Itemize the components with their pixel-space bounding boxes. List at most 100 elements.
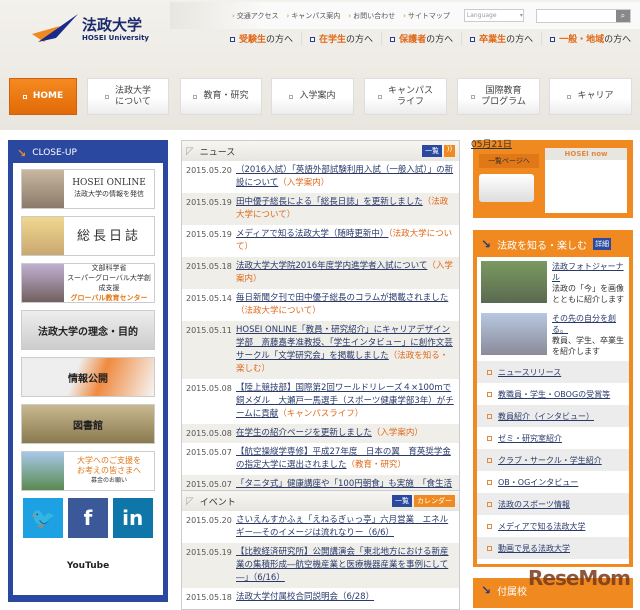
facebook-icon[interactable]: f — [67, 498, 108, 538]
events-list: 2015.05.20 さいえんすかふぇ「えねるぎぃっ亭」六月営業 エネルギー―その… — [182, 511, 459, 607]
banner-title: 情報公開 — [68, 373, 108, 385]
banner-president-diary[interactable]: 総長日誌 — [21, 216, 155, 256]
feature-link[interactable]: 法政フォトジャーナル — [552, 261, 625, 283]
shiru-link[interactable]: クラブ・サークル・学生紹介 — [498, 455, 602, 466]
event-link[interactable]: 法政大学付属校合同説明会（6/28） — [236, 591, 374, 604]
banner-library[interactable]: 図書館 — [21, 404, 155, 444]
audience-parents[interactable]: 保護者の方へ — [382, 32, 463, 45]
shiru-link-item[interactable]: ニュースリリース — [477, 361, 629, 383]
search-icon[interactable]: ⌕ — [615, 9, 630, 22]
feature-photo — [481, 313, 547, 355]
news-category[interactable]: （法政大学について） — [236, 306, 321, 316]
language-select[interactable]: Language ▾ — [463, 9, 524, 22]
shiru-detail-button[interactable]: 詳細 — [593, 238, 612, 250]
hosei-now-list-button[interactable]: 一覧ページへ — [479, 154, 539, 168]
logo[interactable]: 法政大学 HOSEI University — [30, 12, 150, 48]
shiru-link-item[interactable]: 法政のスポーツ情報 — [477, 493, 629, 515]
nav-career[interactable]: キャリア — [549, 78, 632, 115]
shiru-link[interactable]: ゼミ・研究室紹介 — [498, 433, 562, 444]
nav-admissions[interactable]: 入学案内 — [271, 78, 354, 115]
news-link[interactable]: 法政大学大学院2016年度学内進学者入試について — [236, 261, 427, 271]
event-link[interactable]: さいえんすかふぇ「えねるぎぃっ亭」六月営業 エネルギー―そのイメージは流れなりー… — [236, 514, 455, 540]
bullet-icon — [390, 37, 396, 42]
audience-nav: 受験生の方へ 在学生の方へ 保護者の方へ 卒業生の方へ 一般・地域の方へ — [222, 32, 639, 45]
news-link[interactable]: 毎日新聞夕刊で田中優子総長のコラムが掲載されました — [236, 293, 448, 303]
nav-label: 入学案内 — [299, 91, 336, 101]
banner-philosophy[interactable]: 法政大学の理念・目的 — [21, 310, 155, 350]
shiru-link-item[interactable]: ゼミ・研究室紹介 — [477, 427, 629, 449]
chevron-down-icon: ▾ — [519, 12, 523, 19]
nav-label: 法政大学 について — [114, 85, 151, 107]
nav-international[interactable]: 国際教育 プログラム — [457, 78, 540, 115]
news-link[interactable]: 【航空操縦学専修】平成27年度 日本の翼 育英奨学金の指定大学に選出されました — [236, 447, 451, 470]
shiru-link[interactable]: メディアで知る法政大学 — [498, 521, 585, 532]
event-date: 2015.05.18 — [186, 593, 232, 602]
shiru-link-item[interactable]: メディアで知る法政大学 — [477, 515, 629, 537]
event-link[interactable]: 【比較経済研究所】公開講演会「東北地方における新産業の集積形成―航空機産業と医療… — [236, 546, 455, 585]
feature-desc: 法政の「今」を画像とともに紹介します — [552, 284, 624, 304]
nav-campus-life[interactable]: キャンパス ライフ — [364, 78, 447, 115]
closeup-panel: ↘ CLOSE-UP HOSEI ONLINE 法政大学の情報を発信 総長日誌 文部… — [8, 140, 168, 602]
social-links: 🐦 f in YouTube — [21, 498, 155, 586]
hosei-now-date[interactable]: 05月21日 — [471, 137, 512, 150]
news-item: 2015.05.08 【陸上競技部】国際第2回ワールドリレーズ４×100mで銅メダ… — [182, 379, 459, 424]
bullet-icon — [487, 457, 492, 463]
search-input[interactable]: ⌕ — [535, 8, 631, 23]
bullet-icon — [487, 479, 492, 485]
utility-bar: 交通アクセス キャンパス案内 お問い合わせ サイトマップ Language ▾ ⌕ — [170, 2, 640, 29]
twitter-icon[interactable]: 🐦 — [23, 498, 64, 538]
feature-link[interactable]: その先の自分を創る。 — [552, 313, 625, 335]
rss-icon[interactable]: )) — [444, 145, 455, 157]
bullet-icon — [487, 435, 492, 441]
contact-link[interactable]: お問い合わせ — [348, 11, 395, 21]
youtube-icon[interactable]: YouTube — [67, 546, 109, 586]
shiru-link-item[interactable]: 教職員・学生・OBOGの受賞等 — [477, 383, 629, 405]
shiru-link-item[interactable]: クラブ・サークル・学生紹介 — [477, 449, 629, 471]
news-category[interactable]: （入学案内） — [278, 178, 329, 188]
shiru-link[interactable]: 教職員・学生・OBOGの受賞等 — [498, 389, 610, 400]
logo-text: 法政大学 — [82, 16, 143, 34]
banner-disclosure[interactable]: 情報公開 — [21, 357, 155, 397]
events-title: イベント — [199, 497, 236, 508]
shiru-link[interactable]: 動画で見る法政大学 — [498, 543, 570, 554]
nav-home[interactable]: HOME — [9, 78, 77, 115]
banner-title: HOSEI ONLINE — [72, 178, 146, 188]
sitemap-link[interactable]: サイトマップ — [403, 11, 450, 21]
campus-link[interactable]: キャンパス案内 — [286, 11, 340, 21]
news-link[interactable]: 在学生の紹介ページを更新しました — [236, 428, 372, 438]
hosei-now-card — [479, 174, 534, 202]
nav-label: キャリア — [577, 91, 614, 101]
shiru-title: 法政を知る・楽しむ — [497, 240, 588, 252]
banner-donation[interactable]: 大学へのご支援を お考えの皆さまへ 募金のお願い — [21, 451, 155, 491]
banner-title: 図書館 — [73, 420, 103, 432]
nav-education[interactable]: 教育・研究 — [180, 78, 262, 115]
news-category[interactable]: （キャンパスライフ） — [278, 409, 363, 419]
audience-suffix: の方へ — [266, 35, 294, 45]
calendar-button[interactable]: カレンダー — [414, 495, 455, 507]
access-link[interactable]: 交通アクセス — [232, 11, 279, 21]
news-link[interactable]: 田中優子総長による「総長日誌」を更新しました — [236, 197, 423, 207]
events-list-button[interactable]: 一覧 — [392, 495, 412, 507]
news-list-button[interactable]: 一覧 — [422, 145, 442, 157]
shiru-link[interactable]: ニュースリリース — [498, 367, 561, 378]
bullet-icon — [487, 501, 492, 507]
audience-public[interactable]: 一般・地域の方へ — [542, 32, 639, 45]
shiru-link-item[interactable]: 動画で見る法政大学 — [477, 537, 629, 559]
news-link[interactable]: メディアで知る法政大学（随時更新中） — [236, 229, 388, 239]
banner-hosei-online[interactable]: HOSEI ONLINE 法政大学の情報を発信 — [21, 169, 155, 209]
news-category[interactable]: （教育・研究） — [347, 460, 407, 470]
shiru-link-item[interactable]: OB・OGインタビュー — [477, 471, 629, 493]
news-link[interactable]: （2016入試）「英語外部試験利用入試（一般入試）」の新設について — [236, 165, 453, 188]
audience-alumni[interactable]: 卒業生の方へ — [462, 32, 543, 45]
banner-photo — [22, 264, 64, 302]
shiru-link-item[interactable]: 教員紹介（インタビュー） — [477, 405, 629, 427]
audience-applicants[interactable]: 受験生の方へ — [222, 32, 303, 45]
shiru-link[interactable]: 法政のスポーツ情報 — [498, 499, 570, 510]
news-category[interactable]: （入学案内） — [372, 428, 423, 438]
nav-about[interactable]: 法政大学 について — [87, 78, 169, 115]
banner-global-center[interactable]: 文部科学省 スーパーグローバル大学創成支援 グローバル教育センター — [21, 263, 155, 303]
linkedin-icon[interactable]: in — [112, 498, 153, 538]
audience-students[interactable]: 在学生の方へ — [302, 32, 383, 45]
shiru-link[interactable]: OB・OGインタビュー — [498, 477, 578, 488]
shiru-link[interactable]: 教員紹介（インタビュー） — [498, 411, 594, 422]
